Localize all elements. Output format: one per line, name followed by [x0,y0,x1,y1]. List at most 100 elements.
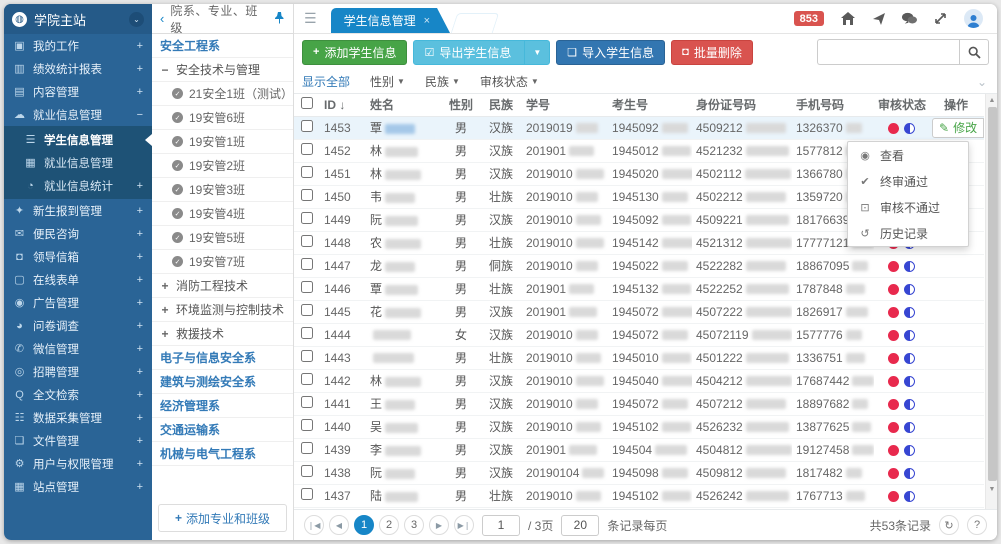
expand-toggle-icon[interactable]: + [137,389,143,401]
collapse-filters-chevron-icon[interactable]: ⌄ [977,75,987,89]
export-student-button[interactable]: ☑导出学生信息 ▼ [413,40,550,65]
back-chevron-icon[interactable]: ‹ [160,11,164,26]
chat-icon[interactable] [902,11,917,26]
scrollbar-thumb[interactable] [988,107,997,481]
cell-name[interactable]: 花 [366,300,442,323]
sidebar-item-employment-info-sub[interactable]: ▦ 就业信息管理 [4,151,152,174]
expand-toggle-icon[interactable]: + [137,228,143,240]
row-checkbox[interactable] [301,143,313,155]
expand-toggle-icon[interactable]: + [137,320,143,332]
sidebar-item-ad-management[interactable]: ◉ 广告管理 + [4,291,152,314]
dept-item[interactable]: 机械与电气工程系 [152,442,293,466]
sidebar-item-public-consult[interactable]: ✉ 便民咨询 + [4,222,152,245]
vertical-scrollbar[interactable]: ▲ ▼ [985,94,997,509]
next-page-button[interactable]: ▶ [429,515,449,535]
avatar[interactable] [964,9,983,28]
table-row[interactable]: 1444 女 汉族 2019010 1945072 45072119 15777… [294,323,984,346]
expand-toggle-icon[interactable]: + [137,412,143,424]
cell-name[interactable]: 吴 [366,415,442,438]
row-checkbox[interactable] [301,350,313,362]
class-item[interactable]: ✓19安管6班 [152,106,293,130]
home-icon[interactable] [840,11,855,26]
major-item[interactable]: +救援技术 [152,322,293,346]
export-caret-button[interactable]: ▼ [524,41,549,64]
batch-delete-button[interactable]: ◘批量删除 [671,40,753,65]
table-row[interactable]: 1439 李 男 汉族 201901 194504 4504812 191274… [294,438,984,461]
dept-item[interactable]: 电子与信息安全系 [152,346,293,370]
notification-badge[interactable]: 853 [794,11,824,26]
scroll-up-arrow-icon[interactable]: ▲ [986,94,997,106]
major-item[interactable]: +消防工程技术 [152,274,293,298]
class-item[interactable]: ✓19安管4班 [152,202,293,226]
cell-name[interactable]: 龙 [366,254,442,277]
cell-name[interactable]: 覃 [366,116,442,139]
filter-audit-status[interactable]: 审核状态▼ [480,73,539,90]
expand-toggle-icon[interactable]: + [137,297,143,309]
cell-name[interactable]: 覃 [366,277,442,300]
table-row[interactable]: 1437 陆 男 壮族 2019010 1945102 4526242 1767… [294,484,984,507]
menu-item-final-approve[interactable]: ✔终审通过 [848,168,968,194]
menu-item-audit-reject[interactable]: ⊡审核不通过 [848,194,968,220]
filter-gender[interactable]: 性别▼ [370,73,405,90]
row-checkbox[interactable] [301,189,313,201]
tree-toggle-icon[interactable]: + [160,279,170,293]
sidebar-item-student-info[interactable]: ☰ 学生信息管理 [4,128,152,151]
add-major-class-button[interactable]: +添加专业和班级 [158,504,287,532]
table-row[interactable]: 1443 男 壮族 2019010 1945010 4501222 133675… [294,346,984,369]
expand-toggle-icon[interactable]: + [137,366,143,378]
search-button[interactable] [959,39,989,65]
class-item[interactable]: ✓19安管7班 [152,250,293,274]
sidebar-item-wechat-management[interactable]: ✆ 微信管理 + [4,337,152,360]
class-item[interactable]: ✓19安管1班 [152,130,293,154]
refresh-button[interactable]: ↻ [939,515,959,535]
edit-button[interactable]: ✎修改 [932,118,984,138]
class-item[interactable]: ✓19安管3班 [152,178,293,202]
filter-ethnic[interactable]: 民族▼ [425,73,460,90]
table-row[interactable]: 1446 覃 男 壮族 201901 1945132 4522252 17878… [294,277,984,300]
sidebar-item-freshman-registration[interactable]: ✦ 新生报到管理 + [4,199,152,222]
sidebar-item-fulltext-search[interactable]: Q 全文检索 + [4,383,152,406]
sidebar-item-site-management[interactable]: ▦ 站点管理 + [4,475,152,498]
sidebar-item-recruit-management[interactable]: ◎ 招聘管理 + [4,360,152,383]
cell-name[interactable]: 林 [366,139,442,162]
row-checkbox[interactable] [301,396,313,408]
page-button-1[interactable]: 1 [354,515,374,535]
prev-page-button[interactable]: ◀ [329,515,349,535]
expand-toggle-icon[interactable]: − [137,109,143,121]
expand-toggle-icon[interactable]: + [137,40,143,52]
expand-toggle-icon[interactable]: + [137,86,143,98]
cell-name[interactable]: 阮 [366,461,442,484]
expand-toggle-icon[interactable]: + [137,251,143,263]
dept-item[interactable]: 建筑与测绘安全系 [152,370,293,394]
sidebar-item-online-forms[interactable]: ▢ 在线表单 + [4,268,152,291]
dept-item[interactable]: 安全工程系 [152,34,293,58]
menu-item-history[interactable]: ↺历史记录 [848,220,968,246]
menu-item-view[interactable]: ◉查看 [848,142,968,168]
page-button-3[interactable]: 3 [404,515,424,535]
last-page-button[interactable]: ▶❘ [454,515,474,535]
sidebar-item-survey[interactable]: ◕ 问卷调查 + [4,314,152,337]
search-input[interactable] [817,39,959,65]
expand-toggle-icon[interactable]: + [137,63,143,75]
table-row[interactable]: 1442 林 男 汉族 2019010 1945040 4504212 1768… [294,369,984,392]
sidebar-item-employment-stats[interactable]: ◔ 就业信息统计 + [4,174,152,197]
row-checkbox[interactable] [301,120,313,132]
sidebar-item-my-work[interactable]: ▣ 我的工作 + [4,34,152,57]
dept-item[interactable]: 经济管理系 [152,394,293,418]
table-row[interactable]: 1453 覃 男 汉族 2019019 1945092 4509212 1326… [294,116,984,139]
help-button[interactable]: ? [967,515,987,535]
fullscreen-icon[interactable] [933,11,948,26]
filter-show-all[interactable]: 显示全部 [302,73,350,90]
class-item[interactable]: ✓19安管5班 [152,226,293,250]
scroll-down-arrow-icon[interactable]: ▼ [986,483,997,495]
major-item[interactable]: −安全技术与管理 [152,58,293,82]
row-checkbox[interactable] [301,465,313,477]
expand-toggle-icon[interactable]: + [137,435,143,447]
page-button-2[interactable]: 2 [379,515,399,535]
expand-toggle-icon[interactable]: + [137,180,143,192]
cell-name[interactable] [366,346,442,369]
sidebar-item-content-management[interactable]: ▤ 内容管理 + [4,80,152,103]
hamburger-icon[interactable]: ☰ [304,10,317,27]
tab-close-icon[interactable]: × [424,15,430,27]
class-item[interactable]: ✓19安管2班 [152,154,293,178]
